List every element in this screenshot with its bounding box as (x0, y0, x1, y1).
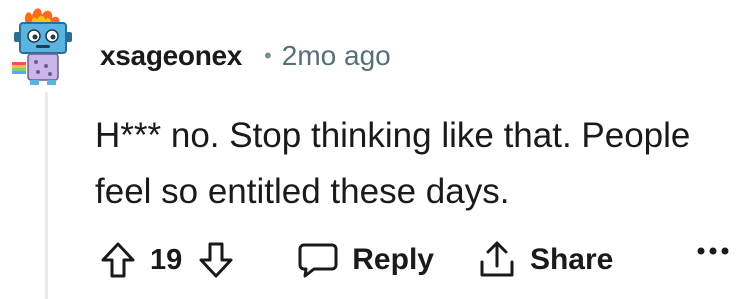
timestamp: 2mo ago (281, 40, 391, 71)
vote-score: 19 (150, 243, 183, 276)
thread-line[interactable] (45, 92, 48, 299)
comment-body: H*** no. Stop thinking like that. People… (95, 116, 691, 211)
downvote-button[interactable] (198, 241, 234, 279)
comment: xsageonex • 2mo ago H*** no. Stop thinki… (0, 0, 743, 299)
user-avatar[interactable] (8, 6, 76, 86)
reply-label: Reply (352, 243, 434, 276)
share-button[interactable]: Share (478, 240, 613, 280)
reply-button[interactable]: Reply (298, 241, 434, 279)
arrow-up-icon (101, 242, 135, 278)
upvote-button[interactable] (100, 241, 136, 279)
speech-bubble-icon (298, 243, 338, 278)
comment-meta: xsageonex • 2mo ago (100, 38, 391, 74)
ellipsis-icon (697, 247, 729, 255)
username[interactable]: xsageonex (100, 40, 242, 72)
share-label: Share (529, 243, 614, 276)
meta-separator: • (264, 43, 272, 68)
comment-actions: 19 Reply Share (100, 234, 740, 286)
share-icon (480, 241, 514, 277)
avatar-image (12, 8, 72, 85)
more-options-button[interactable] (696, 246, 730, 256)
arrow-down-icon (199, 242, 233, 278)
